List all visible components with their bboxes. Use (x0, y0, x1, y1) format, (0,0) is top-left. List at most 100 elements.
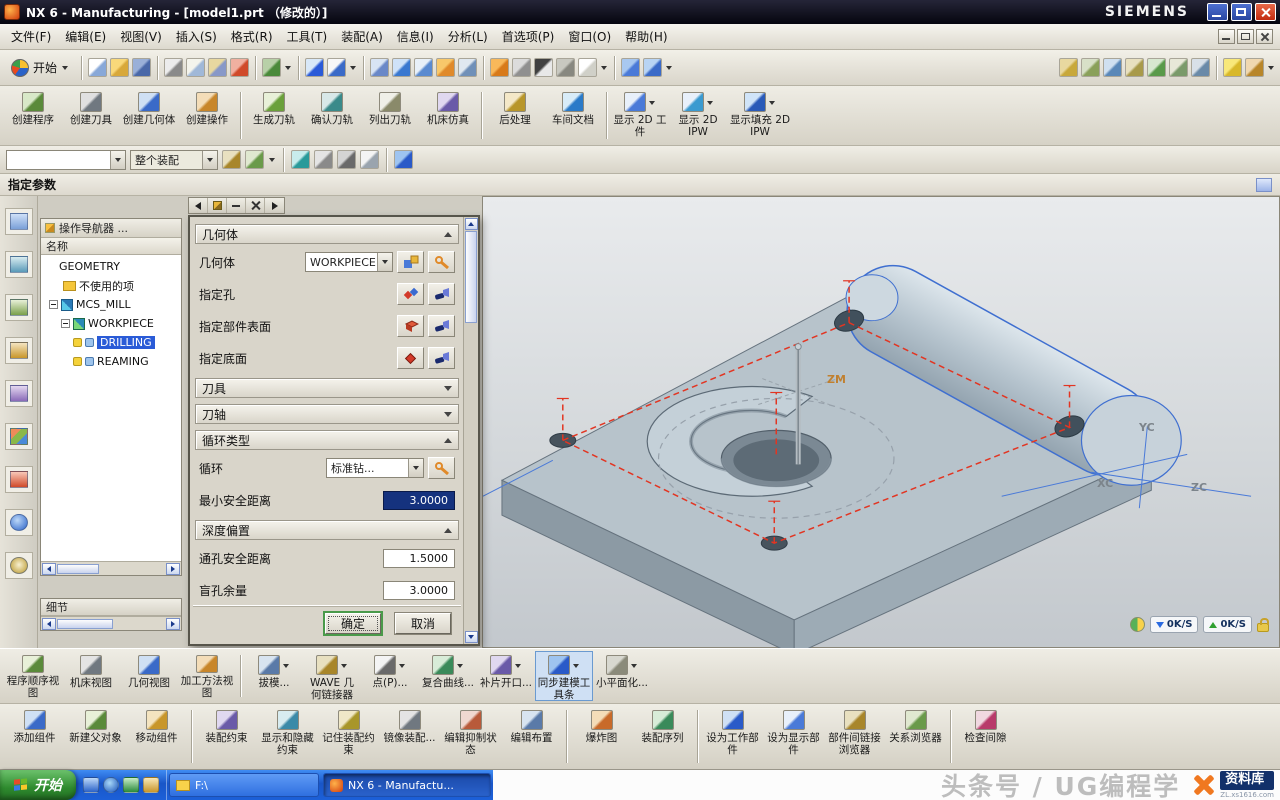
show-filled-ipw-dropdown-icon[interactable] (769, 101, 775, 105)
select-bottom-button[interactable] (397, 347, 424, 369)
interpart-link-browser-button[interactable]: 部件间链接浏览器 (824, 706, 885, 767)
sketch-dropdown-icon[interactable] (1268, 66, 1274, 70)
dialog-tool-icon[interactable] (208, 198, 227, 213)
show-2d-dropdown-icon[interactable] (649, 101, 655, 105)
composite-curve-button[interactable]: 复合曲线... (419, 651, 477, 701)
history-icon[interactable] (5, 552, 33, 579)
refresh-icon[interactable] (436, 58, 455, 77)
cycle-combo[interactable]: 标准钻... (326, 458, 424, 478)
restore-button[interactable] (1231, 3, 1252, 21)
synchronous-modeling-toolbar-button[interactable]: 同步建模工具条 (535, 651, 593, 701)
patch-dropdown-icon[interactable] (515, 664, 521, 668)
tree-row-drilling[interactable]: DRILLING (41, 333, 181, 352)
delete-icon[interactable] (230, 58, 249, 77)
display-holes-flashlight-button[interactable] (428, 283, 455, 305)
section-depth-offset-header[interactable]: 深度偏置 (195, 520, 459, 540)
taskbar-item-folder[interactable]: F:\ (169, 773, 319, 797)
background-dropdown-icon[interactable] (601, 66, 607, 70)
assembly-constraints-button[interactable]: 装配约束 (196, 706, 257, 767)
mirror-assembly-button[interactable]: 镜像装配... (379, 706, 440, 767)
highlight-link-icon[interactable] (245, 150, 264, 169)
contrast-view-icon[interactable] (534, 58, 553, 77)
scroll-up-icon[interactable] (465, 218, 478, 230)
render-style-icon[interactable] (556, 58, 575, 77)
draft-dropdown-icon[interactable] (283, 664, 289, 668)
machining-method-view-button[interactable]: 加工方法视图 (178, 651, 236, 701)
shop-documentation-button[interactable]: 车间文档 (544, 88, 602, 143)
tree-row-workpiece[interactable]: WORKPIECE (41, 314, 181, 333)
through-clearance-field[interactable]: 1.5000 (383, 549, 455, 568)
marquee-select-icon[interactable] (360, 150, 379, 169)
snap-midpoint-icon[interactable] (1169, 58, 1188, 77)
selection-scope-combo[interactable]: 整个装配 (130, 150, 218, 170)
filter-dropdown-icon[interactable] (110, 151, 125, 169)
snap-filter-icon[interactable] (222, 150, 241, 169)
paste-icon[interactable] (208, 58, 227, 77)
undo-icon[interactable] (262, 58, 281, 77)
visibility-glasses-icon[interactable] (1103, 58, 1122, 77)
menu-window[interactable]: 窗口(O) (561, 25, 618, 48)
create-tool-button[interactable]: 创建刀具 (62, 88, 120, 143)
section-tool-header[interactable]: 刀具 (195, 378, 459, 398)
help-dropdown-icon[interactable] (350, 66, 356, 70)
postprocess-button[interactable]: 后处理 (486, 88, 544, 143)
section-geometry-header[interactable]: 几何体 (195, 224, 459, 244)
point-dropdown-icon[interactable] (399, 664, 405, 668)
command-finder-icon[interactable] (305, 58, 324, 77)
name-column-header[interactable]: 名称 (41, 238, 181, 255)
new-icon[interactable] (88, 58, 107, 77)
menu-assemblies[interactable]: 装配(A) (334, 25, 390, 48)
tree-row-geometry[interactable]: GEOMETRY (41, 257, 181, 276)
show-ipw-dropdown-icon[interactable] (707, 101, 713, 105)
constraint-navigator-icon[interactable] (5, 251, 33, 278)
menu-insert[interactable]: 插入(S) (169, 25, 224, 48)
generate-toolpath-button[interactable]: 生成刀轨 (245, 88, 303, 143)
edit-arrangements-button[interactable]: 编辑布置 (501, 706, 562, 767)
cancel-button[interactable]: 取消 (395, 613, 451, 634)
assembly-navigator-icon[interactable] (5, 208, 33, 235)
combo-dropdown-icon[interactable] (408, 459, 423, 477)
window-layout-icon[interactable] (370, 58, 389, 77)
scroll-left-icon[interactable] (42, 618, 56, 630)
scope-dropdown-icon[interactable] (202, 151, 217, 169)
menu-tools[interactable]: 工具(T) (280, 25, 335, 48)
wireframe-view-icon[interactable] (512, 58, 531, 77)
shaded-cube-icon[interactable] (394, 150, 413, 169)
orient-iso-view-icon[interactable] (643, 58, 662, 77)
scroll-thumb[interactable] (465, 231, 477, 323)
create-geometry-button[interactable]: 创建几何体 (120, 88, 178, 143)
save-icon[interactable] (132, 58, 151, 77)
snap-point-icon[interactable] (1147, 58, 1166, 77)
section-tool-axis-header[interactable]: 刀轴 (195, 404, 459, 424)
ok-button[interactable]: 确定 (325, 613, 381, 634)
move-component-button[interactable]: 移动组件 (126, 706, 187, 767)
machine-simulation-button[interactable]: 机床仿真 (419, 88, 477, 143)
start-menu-button[interactable]: 开始 (5, 57, 75, 79)
combo-dropdown-icon[interactable] (377, 253, 392, 271)
list-toolpath-button[interactable]: 列出刀轨 (361, 88, 419, 143)
new-parent-button[interactable]: 新建父对象 (65, 706, 126, 767)
measure-ruler-icon[interactable] (1223, 58, 1242, 77)
check-clearance-button[interactable]: 检查间隙 (955, 706, 1016, 767)
graphics-viewport[interactable]: ZM YC XC ZC 0K/S 0K/S (482, 196, 1280, 648)
tree-row-mcs-mill[interactable]: MCS_MILL (41, 295, 181, 314)
relations-browser-button[interactable]: 关系浏览器 (885, 706, 946, 767)
dialog-minimize-icon[interactable] (227, 198, 246, 213)
assembly-sequence-button[interactable]: 装配序列 (632, 706, 693, 767)
navigator-title-bar[interactable]: 操作导航器 ... (41, 219, 181, 238)
make-displayed-part-button[interactable]: 设为显示部件 (763, 706, 824, 767)
select-part-surface-button[interactable] (397, 315, 424, 337)
geometry-combo[interactable]: WORKPIECE (305, 252, 393, 272)
collapse-expander-icon[interactable] (61, 319, 70, 328)
mdi-restore-button[interactable] (1237, 29, 1254, 44)
quicklaunch-mail-icon[interactable] (143, 777, 159, 793)
details-hscrollbar[interactable] (41, 616, 181, 630)
scroll-thumb[interactable] (57, 564, 99, 574)
csys-icon[interactable] (1059, 58, 1078, 77)
scroll-right-icon[interactable] (166, 618, 180, 630)
wave-geometry-linker-button[interactable]: WAVE 几何链接器 (303, 651, 361, 701)
part-navigator-icon[interactable] (5, 294, 33, 321)
navigator-hscrollbar[interactable] (41, 561, 181, 575)
open-icon[interactable] (110, 58, 129, 77)
exploded-views-button[interactable]: 爆炸图 (571, 706, 632, 767)
